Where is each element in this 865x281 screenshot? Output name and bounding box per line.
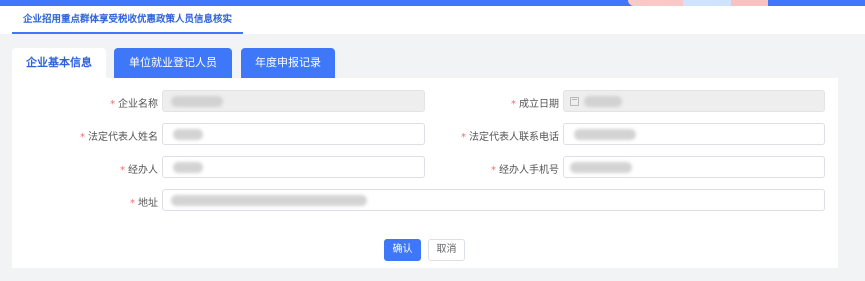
- legal-rep-phone-label: * 法定代表人联系电话: [461, 132, 559, 143]
- address-field[interactable]: [162, 189, 825, 211]
- page-gutter: [838, 34, 865, 281]
- company-name-field[interactable]: [162, 90, 425, 112]
- calendar-icon: [570, 97, 579, 106]
- tab-employment-registration[interactable]: 单位就业登记人员: [114, 48, 232, 78]
- confirm-button[interactable]: 确认: [384, 239, 421, 261]
- tab-annual-declaration[interactable]: 年度申报记录: [241, 48, 335, 78]
- legal-rep-phone-field[interactable]: [563, 123, 825, 145]
- address-label: * 地址: [130, 198, 158, 209]
- handler-field[interactable]: [162, 156, 425, 178]
- legal-rep-name-label: * 法定代表人姓名: [80, 132, 158, 143]
- handler-mobile-label: * 经办人手机号: [491, 165, 559, 176]
- company-info-form: * 企业名称 * 成立日期 * 法定代表人姓名 * 法定代表人联系电话 * 经办人 * 经办…: [12, 78, 838, 268]
- cancel-button[interactable]: 取消: [428, 239, 465, 261]
- established-date-label: * 成立日期: [511, 99, 559, 110]
- breadcrumb-bar: 企业招用重点群体享受税收优惠政策人员信息核实: [0, 6, 865, 34]
- main-panel: 企业基本信息 单位就业登记人员 年度申报记录 * 企业名称 * 成立日期 * 法定代表…: [12, 44, 838, 268]
- tab-company-basic-info[interactable]: 企业基本信息: [12, 48, 106, 78]
- handler-mobile-field[interactable]: [563, 156, 825, 178]
- company-name-label: * 企业名称: [110, 99, 158, 110]
- handler-label: * 经办人: [120, 165, 158, 176]
- established-date-field[interactable]: [563, 90, 825, 112]
- legal-rep-name-field[interactable]: [162, 123, 425, 145]
- breadcrumb-tab-current[interactable]: 企业招用重点群体享受税收优惠政策人员信息核实: [12, 6, 244, 34]
